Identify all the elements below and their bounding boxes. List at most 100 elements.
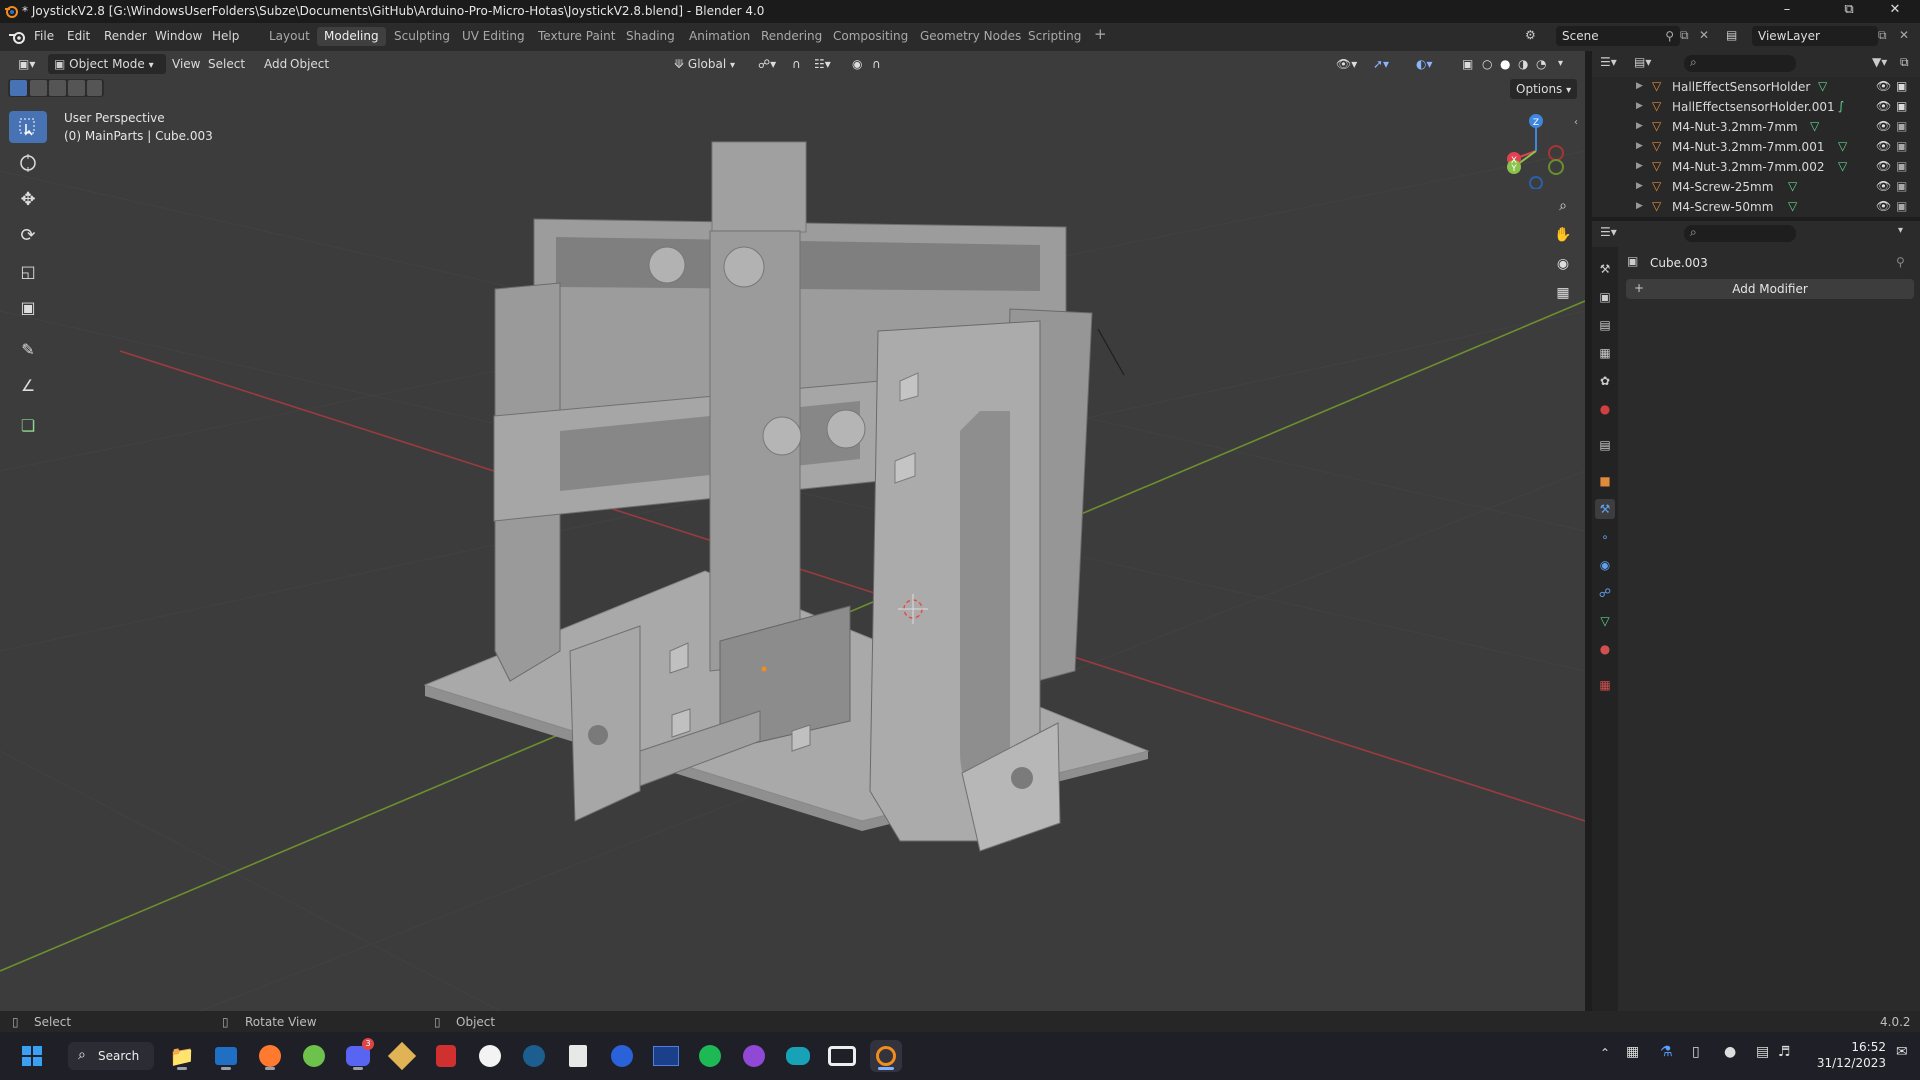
- menu-window[interactable]: Window: [155, 29, 202, 43]
- menu-render[interactable]: Render: [104, 29, 147, 43]
- expand-arrow-icon[interactable]: ▶: [1636, 81, 1643, 91]
- render-camera-icon[interactable]: ▣: [1896, 139, 1907, 153]
- rendered-shading-icon[interactable]: ◔: [1530, 54, 1552, 74]
- pivot-point-icon[interactable]: ☍▾: [752, 54, 782, 74]
- new-collection-icon[interactable]: ⧉: [1900, 55, 1909, 70]
- headset-app-icon[interactable]: [474, 1040, 506, 1072]
- visibility-eye-icon[interactable]: 👁: [1876, 99, 1891, 113]
- material-tab[interactable]: ●: [1595, 639, 1615, 659]
- maximize-button[interactable]: ⧉: [1826, 2, 1872, 17]
- scene-icon[interactable]: ⚙: [1525, 28, 1536, 42]
- close-window-button[interactable]: ✕: [1872, 2, 1918, 17]
- select-new-icon[interactable]: [10, 80, 27, 96]
- expand-arrow-icon[interactable]: ▶: [1636, 121, 1643, 131]
- add-modifier-button[interactable]: + Add Modifier: [1626, 279, 1914, 299]
- outliner-row[interactable]: ▶ ▽ M4-Nut-3.2mm-7mm.002 ▽ 👁 ▣: [1592, 157, 1920, 177]
- tool-settings-tab[interactable]: ⚒: [1595, 259, 1615, 279]
- visibility-eye-icon[interactable]: 👁: [1876, 199, 1891, 213]
- filter-icon[interactable]: ▼▾: [1872, 55, 1887, 69]
- outliner-row[interactable]: ▶ ▽ M4-Nut-3.2mm-7mm.001 ▽ 👁 ▣: [1592, 137, 1920, 157]
- tab-animation[interactable]: Animation: [682, 27, 757, 46]
- outlook-icon[interactable]: [210, 1040, 242, 1072]
- add-workspace-button[interactable]: +: [1087, 25, 1114, 44]
- outliner-row[interactable]: ▶ ▽ M4-Screw-25mm ▽ 👁 ▣: [1592, 177, 1920, 197]
- perspective-toggle-icon[interactable]: ▦: [1550, 280, 1576, 306]
- select-intersect-icon[interactable]: [87, 80, 102, 96]
- view-layer-icon[interactable]: ▤: [1726, 28, 1737, 42]
- snap-icon[interactable]: ∩: [786, 54, 807, 74]
- menu-help[interactable]: Help: [212, 29, 239, 43]
- arduino-icon[interactable]: [782, 1040, 814, 1072]
- chevron-down-icon[interactable]: ▾: [1898, 225, 1903, 236]
- menu-object[interactable]: Object: [284, 54, 335, 74]
- tab-compositing[interactable]: Compositing: [826, 27, 915, 46]
- tab-shading[interactable]: Shading: [619, 27, 682, 46]
- shading-options-icon[interactable]: ▾: [1552, 54, 1569, 74]
- snap-target-icon[interactable]: ☷▾: [808, 54, 837, 74]
- tab-texture-paint[interactable]: Texture Paint: [531, 27, 622, 46]
- render-camera-icon[interactable]: ▣: [1896, 199, 1907, 213]
- rsi-launcher-icon[interactable]: [430, 1040, 462, 1072]
- minimize-button[interactable]: –: [1764, 2, 1810, 17]
- spotify-icon[interactable]: [694, 1040, 726, 1072]
- delete-scene-icon[interactable]: ✕: [1699, 28, 1709, 42]
- object-tab[interactable]: ■: [1595, 471, 1615, 491]
- blender-menu-icon[interactable]: [8, 29, 26, 45]
- visibility-eye-icon[interactable]: 👁: [1876, 159, 1891, 173]
- physics-tab[interactable]: ◉: [1595, 555, 1615, 575]
- device-icon[interactable]: ▯: [1692, 1044, 1700, 1060]
- camera-view-icon[interactable]: ◉: [1550, 251, 1576, 277]
- blender-taskbar-icon[interactable]: [870, 1040, 902, 1072]
- 3d-viewport[interactable]: ▣▾ ▣ Object Mode ▾ View Select Add Objec…: [0, 51, 1585, 1011]
- expand-arrow-icon[interactable]: ▶: [1636, 141, 1643, 151]
- tab-sculpting[interactable]: Sculpting: [387, 27, 457, 46]
- firefox-icon[interactable]: [254, 1040, 286, 1072]
- visibility-selector-icon[interactable]: 👁▾: [1330, 54, 1363, 74]
- collection-tab[interactable]: ▤: [1595, 435, 1615, 455]
- scene-selector[interactable]: Scene ⚲: [1556, 26, 1680, 46]
- render-camera-icon[interactable]: ▣: [1896, 159, 1907, 173]
- select-box-tool[interactable]: [9, 111, 47, 143]
- menu-view[interactable]: View: [166, 54, 206, 74]
- clock[interactable]: 16:52 31/12/2023: [1806, 1039, 1886, 1071]
- properties-search-input[interactable]: ⌕: [1684, 225, 1796, 242]
- mode-selector[interactable]: ▣ Object Mode ▾: [48, 54, 166, 74]
- taskbar-search-button[interactable]: ⌕ Search: [68, 1042, 154, 1070]
- file-explorer-icon[interactable]: 📁: [166, 1040, 198, 1072]
- menu-select[interactable]: Select: [202, 54, 251, 74]
- editor-type-icon[interactable]: ▣▾: [12, 54, 41, 74]
- sidebar-toggle-icon[interactable]: ‹: [1574, 117, 1578, 128]
- select-extend-icon[interactable]: [30, 80, 47, 96]
- delete-view-layer-icon[interactable]: ✕: [1899, 28, 1909, 42]
- constraints-tab[interactable]: ☍: [1595, 583, 1615, 603]
- xbox-icon[interactable]: [298, 1040, 330, 1072]
- tab-layout[interactable]: Layout: [262, 27, 317, 46]
- package-app-icon[interactable]: [386, 1040, 418, 1072]
- oculus-icon[interactable]: [826, 1040, 858, 1072]
- zoom-icon[interactable]: ⌕: [1550, 193, 1576, 219]
- menu-file[interactable]: File: [34, 29, 54, 43]
- cursor-tool[interactable]: [9, 147, 47, 179]
- navigation-gizmo[interactable]: Z X Y: [1496, 109, 1576, 189]
- expand-arrow-icon[interactable]: ▶: [1636, 181, 1643, 191]
- steam-icon[interactable]: [518, 1040, 550, 1072]
- gizmo-toggle-icon[interactable]: ➚▾: [1367, 54, 1395, 74]
- tab-geometry-nodes[interactable]: Geometry Nodes: [913, 27, 1028, 46]
- particles-tab[interactable]: ∘: [1595, 527, 1615, 547]
- scene-tab[interactable]: ✿: [1595, 371, 1615, 391]
- menu-edit[interactable]: Edit: [67, 29, 90, 43]
- volume-icon[interactable]: ♬: [1778, 1044, 1791, 1060]
- annotate-tool[interactable]: ✎: [9, 333, 47, 365]
- bluetooth-icon[interactable]: ⚗: [1660, 1044, 1673, 1060]
- transform-orientation-selector[interactable]: ⟱ Global ▾: [668, 54, 741, 74]
- tray-app-icon[interactable]: ▦: [1626, 1044, 1639, 1060]
- measure-tool[interactable]: ∠: [9, 369, 47, 401]
- tab-rendering[interactable]: Rendering: [754, 27, 829, 46]
- outliner-row[interactable]: ▶ ▽ M4-Nut-3.2mm-7mm ▽ 👁 ▣: [1592, 117, 1920, 137]
- pan-hand-icon[interactable]: ✋: [1550, 222, 1576, 248]
- overlay-toggle-icon[interactable]: ◐▾: [1410, 54, 1439, 74]
- windows-start-icon[interactable]: [16, 1040, 48, 1072]
- world-tab[interactable]: ●: [1595, 399, 1615, 419]
- new-view-layer-icon[interactable]: ⧉: [1878, 28, 1887, 43]
- github-desktop-icon[interactable]: [738, 1040, 770, 1072]
